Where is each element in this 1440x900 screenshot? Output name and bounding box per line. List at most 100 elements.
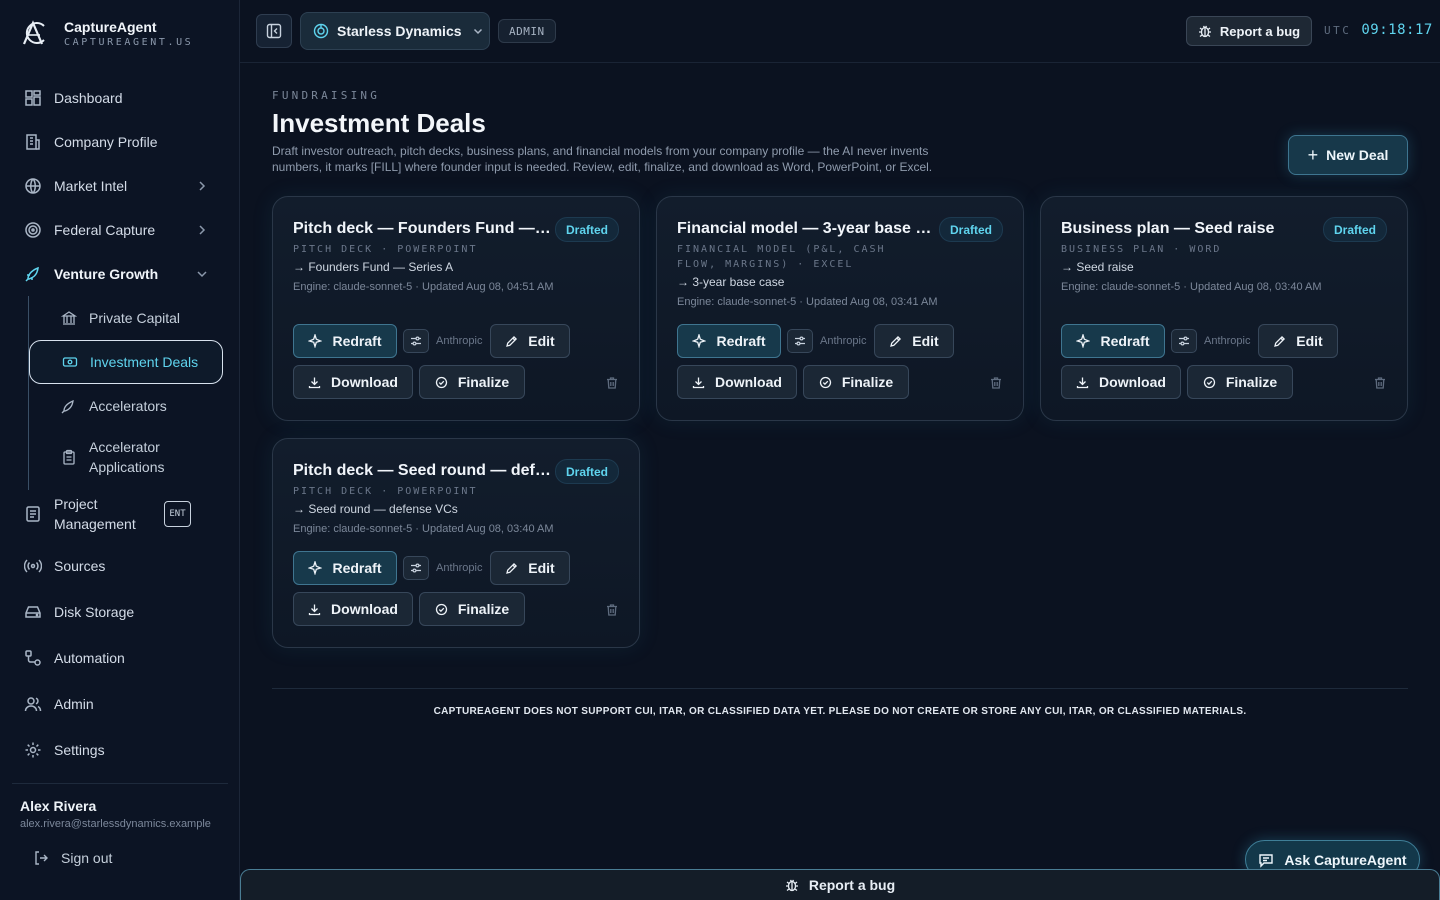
report-bug-label: Report a bug [1219,23,1301,39]
trash-icon[interactable] [1373,376,1387,390]
redraft-button[interactable]: Redraft [677,324,781,358]
check-circle-icon [819,376,831,388]
sidebar-toggle-button[interactable] [256,14,292,48]
redraft-button[interactable]: Redraft [1061,324,1165,358]
sidebar-item-accelerator-applications[interactable]: Accelerator Applications [29,428,223,486]
sidebar-item-sources[interactable]: Sources [12,544,228,588]
bank-icon [61,311,77,325]
edit-button[interactable]: Edit [874,324,954,358]
drive-icon [25,606,41,618]
provider-settings-button[interactable] [403,556,429,580]
sidebar-item-project-management[interactable]: Project Management ENT [12,486,228,542]
sidebar-item-company-profile[interactable]: Company Profile [12,120,228,164]
deal-title[interactable]: Financial model — 3-year base case [677,220,935,238]
finalize-button[interactable]: Finalize [419,365,525,399]
status-badge: Drafted [554,217,619,242]
download-button[interactable]: Download [293,365,413,399]
finalize-button[interactable]: Finalize [1187,365,1293,399]
deal-target: → Seed round — defense VCs [293,502,458,516]
download-label: Download [715,374,782,390]
deal-title[interactable]: Business plan — Seed raise [1061,220,1319,238]
deal-meta: Engine: claude-sonnet-5 · Updated Aug 08… [677,296,938,308]
provider-label: Anthropic [436,335,483,347]
edit-button[interactable]: Edit [490,324,570,358]
sidebar-item-automation[interactable]: Automation [12,636,228,680]
provider-settings-button[interactable] [787,329,813,353]
org-logo-icon [313,23,329,39]
edit-button[interactable]: Edit [1258,324,1338,358]
finalize-label: Finalize [1225,374,1278,390]
submenu-guide-line [28,296,29,490]
sidebar-item-label: Settings [54,742,105,758]
sidebar-item-venture-growth[interactable]: Venture Growth [12,252,228,296]
page-eyebrow: FUNDRAISING [272,89,381,102]
sidebar-item-federal-capture[interactable]: Federal Capture [12,208,228,252]
ask-assistant-label: Ask CaptureAgent [1284,851,1407,868]
provider-settings-button[interactable] [403,329,429,353]
footer-divider [272,688,1408,689]
sidebar-item-label: Federal Capture [54,222,156,238]
sidebar-item-accelerators[interactable]: Accelerators [29,384,223,428]
report-bug-bar[interactable]: Report a bug [240,869,1440,900]
clock-time: 09:18:17 [1361,22,1433,38]
chevron-down-icon [473,28,482,35]
trash-icon[interactable] [989,376,1003,390]
download-button[interactable]: Download [677,365,797,399]
provider-settings-button[interactable] [1171,329,1197,353]
deal-title[interactable]: Pitch deck — Founders Fund — Series A [293,220,551,238]
trash-icon[interactable] [605,376,619,390]
sidebar-item-dashboard[interactable]: Dashboard [12,76,228,120]
download-button[interactable]: Download [1061,365,1181,399]
deal-target: → Founders Fund — Series A [293,260,454,274]
finalize-button[interactable]: Finalize [803,365,909,399]
sidebar-item-disk-storage[interactable]: Disk Storage [12,590,228,634]
pencil-icon [506,562,518,574]
edit-label: Edit [528,333,555,349]
gear-icon [25,742,41,758]
pencil-icon [506,335,518,347]
redraft-label: Redraft [716,333,766,349]
provider-label: Anthropic [1204,335,1251,347]
deal-card: Pitch deck — Founders Fund — Series A Dr… [272,196,640,421]
sparkle-icon [1076,334,1091,348]
sign-out-button[interactable]: Sign out [20,850,228,866]
organization-selector[interactable]: Starless Dynamics [300,12,490,50]
sliders-icon [1179,336,1189,346]
finalize-button[interactable]: Finalize [419,592,525,626]
provider-label: Anthropic [820,335,867,347]
report-bug-button[interactable]: Report a bug [1186,16,1312,46]
sparkle-icon [308,334,323,348]
trash-icon[interactable] [605,603,619,617]
sidebar-nav: Dashboard Company Profile Market Intel F… [12,76,228,772]
sidebar-item-settings[interactable]: Settings [12,728,228,772]
deal-title[interactable]: Pitch deck — Seed round — defense VCs [293,462,551,480]
brand-url: CAPTUREAGENT.US [64,36,194,48]
check-circle-icon [435,603,447,615]
brand-name: CaptureAgent [64,18,157,35]
sidebar-item-admin[interactable]: Admin [12,682,228,726]
download-label: Download [1099,374,1166,390]
plus-icon: + [1307,144,1319,165]
rocket-icon [61,399,74,414]
deal-card: Pitch deck — Seed round — defense VCs Dr… [272,438,640,648]
redraft-label: Redraft [332,333,382,349]
edit-button[interactable]: Edit [490,551,570,585]
redraft-button[interactable]: Redraft [293,324,397,358]
sidebar-item-investment-deals[interactable]: Investment Deals [29,340,223,384]
sidebar-item-market-intel[interactable]: Market Intel [12,164,228,208]
sidebar-item-private-capital[interactable]: Private Capital [29,296,223,340]
redraft-label: Redraft [332,560,382,576]
deal-type: FINANCIAL MODEL (P&L, CASH FLOW, MARGINS… [677,244,886,270]
check-circle-icon [1203,376,1215,388]
edit-label: Edit [528,560,555,576]
redraft-button[interactable]: Redraft [293,551,397,585]
brand[interactable]: CaptureAgent CAPTUREAGENT.US [20,18,193,48]
clipboard-icon [63,449,75,465]
download-button[interactable]: Download [293,592,413,626]
provider-label: Anthropic [436,562,483,574]
download-icon [308,377,321,388]
new-deal-button[interactable]: + New Deal [1288,135,1408,175]
redraft-label: Redraft [1100,333,1150,349]
sparkle-icon [692,334,707,348]
bug-icon [1198,25,1211,38]
